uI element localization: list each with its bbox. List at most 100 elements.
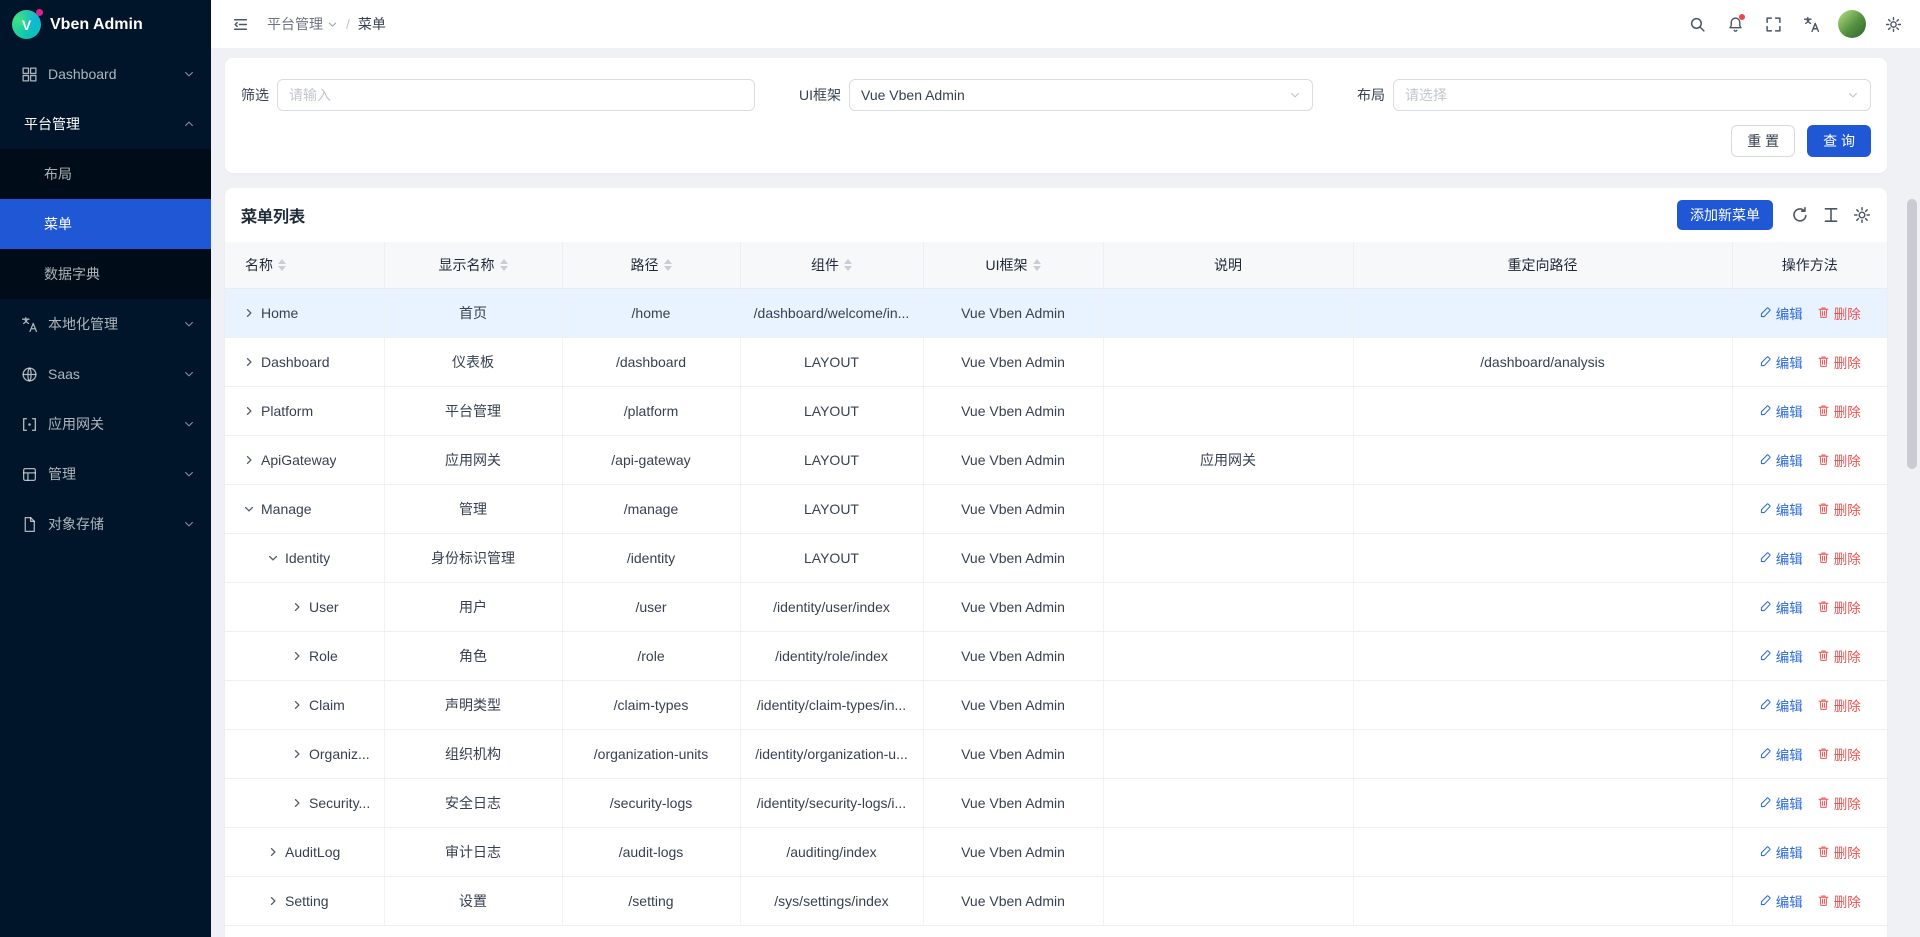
sidebar-item[interactable]: 平台管理 <box>0 99 211 149</box>
sidebar-item[interactable]: Dashboard <box>0 49 211 99</box>
expand-row-icon[interactable] <box>291 650 303 662</box>
sidebar-item[interactable]: 菜单 <box>0 199 211 249</box>
delete-button[interactable]: 删除 <box>1817 793 1861 813</box>
notification-icon[interactable] <box>1718 7 1752 41</box>
row-name: Manage <box>261 501 312 517</box>
delete-button[interactable]: 删除 <box>1817 744 1861 764</box>
sidebar-item[interactable]: 本地化管理 <box>0 299 211 349</box>
cell-ui-framework: Vue Vben Admin <box>923 435 1103 484</box>
row-name: Setting <box>285 893 329 909</box>
delete-button[interactable]: 删除 <box>1817 352 1861 372</box>
add-menu-button[interactable]: 添加新菜单 <box>1677 200 1773 230</box>
table-row[interactable]: Manage管理/manageLAYOUTVue Vben Admin编辑删除 <box>225 484 1887 533</box>
edit-button[interactable]: 编辑 <box>1759 401 1803 421</box>
delete-button[interactable]: 删除 <box>1817 891 1861 911</box>
expand-row-icon[interactable] <box>291 748 303 760</box>
column-header-display-name[interactable]: 显示名称 <box>384 242 562 288</box>
table-row[interactable]: Identity身份标识管理/identityLAYOUTVue Vben Ad… <box>225 533 1887 582</box>
row-height-icon[interactable] <box>1822 206 1840 224</box>
edit-button[interactable]: 编辑 <box>1759 744 1803 764</box>
scrollbar-thumb[interactable] <box>1907 199 1917 469</box>
reset-button[interactable]: 重 置 <box>1731 125 1795 157</box>
cell-display-name: 审计日志 <box>384 827 562 876</box>
table-row[interactable]: Claim声明类型/claim-types/identity/claim-typ… <box>225 680 1887 729</box>
edit-button[interactable]: 编辑 <box>1759 695 1803 715</box>
edit-button[interactable]: 编辑 <box>1759 597 1803 617</box>
delete-button[interactable]: 删除 <box>1817 303 1861 323</box>
edit-button[interactable]: 编辑 <box>1759 548 1803 568</box>
expand-row-icon[interactable] <box>243 307 255 319</box>
table-row[interactable]: Dashboard仪表板/dashboardLAYOUTVue Vben Adm… <box>225 337 1887 386</box>
expand-row-icon[interactable] <box>267 895 279 907</box>
settings-icon[interactable] <box>1876 7 1910 41</box>
chevron-down-icon <box>183 368 195 380</box>
table-row[interactable]: Home首页/home/dashboard/welcome/in...Vue V… <box>225 288 1887 337</box>
cell-component: /identity/security-logs/i... <box>740 778 923 827</box>
collapse-row-icon[interactable] <box>267 552 279 564</box>
delete-button[interactable]: 删除 <box>1817 695 1861 715</box>
expand-row-icon[interactable] <box>243 356 255 368</box>
edit-button[interactable]: 编辑 <box>1759 793 1803 813</box>
user-avatar[interactable] <box>1838 10 1866 38</box>
cell-ui-framework: Vue Vben Admin <box>923 582 1103 631</box>
expand-row-icon[interactable] <box>267 846 279 858</box>
expand-row-icon[interactable] <box>243 454 255 466</box>
edit-button[interactable]: 编辑 <box>1759 842 1803 862</box>
delete-button[interactable]: 删除 <box>1817 548 1861 568</box>
column-header-component[interactable]: 组件 <box>740 242 923 288</box>
edit-button[interactable]: 编辑 <box>1759 891 1803 911</box>
table-row[interactable]: ApiGateway应用网关/api-gatewayLAYOUTVue Vben… <box>225 435 1887 484</box>
fullscreen-icon[interactable] <box>1756 7 1790 41</box>
sidebar-fold-icon[interactable] <box>223 7 257 41</box>
column-header-ui-framework[interactable]: UI框架 <box>923 242 1103 288</box>
delete-button[interactable]: 删除 <box>1817 450 1861 470</box>
table-row[interactable]: Platform平台管理/platformLAYOUTVue Vben Admi… <box>225 386 1887 435</box>
sidebar-item[interactable]: 应用网关 <box>0 399 211 449</box>
translate-icon[interactable] <box>1794 7 1828 41</box>
table-row[interactable]: Organiz...组织机构/organization-units/identi… <box>225 729 1887 778</box>
table-row[interactable]: AuditLog审计日志/audit-logs/auditing/indexVu… <box>225 827 1887 876</box>
app-logo[interactable]: V Vben Admin <box>0 0 211 49</box>
expand-row-icon[interactable] <box>291 699 303 711</box>
layout-select[interactable]: 请选择 <box>1393 79 1871 111</box>
expand-row-icon[interactable] <box>291 601 303 613</box>
sidebar-item[interactable]: 数据字典 <box>0 249 211 299</box>
delete-button[interactable]: 删除 <box>1817 842 1861 862</box>
delete-button[interactable]: 删除 <box>1817 401 1861 421</box>
sidebar-item[interactable]: 布局 <box>0 149 211 199</box>
sidebar-item-label: 本地化管理 <box>48 314 183 334</box>
edit-button[interactable]: 编辑 <box>1759 352 1803 372</box>
refresh-icon[interactable] <box>1791 206 1809 224</box>
expand-row-icon[interactable] <box>243 405 255 417</box>
delete-button[interactable]: 删除 <box>1817 646 1861 666</box>
keyword-input[interactable] <box>277 79 755 111</box>
sidebar-item[interactable]: 管理 <box>0 449 211 499</box>
search-button[interactable]: 查 询 <box>1807 125 1871 157</box>
table-row[interactable]: Role角色/role/identity/role/indexVue Vben … <box>225 631 1887 680</box>
column-header-name[interactable]: 名称 <box>225 242 384 288</box>
column-header-path[interactable]: 路径 <box>562 242 740 288</box>
breadcrumb-item-parent[interactable]: 平台管理 <box>267 14 338 34</box>
edit-label: 编辑 <box>1776 891 1803 911</box>
delete-button[interactable]: 删除 <box>1817 597 1861 617</box>
sidebar-item[interactable]: Saas <box>0 349 211 399</box>
cell-display-name: 身份标识管理 <box>384 533 562 582</box>
table-row[interactable]: User用户/user/identity/user/indexVue Vben … <box>225 582 1887 631</box>
collapse-row-icon[interactable] <box>243 503 255 515</box>
page-scrollbar[interactable] <box>1907 49 1917 929</box>
edit-button[interactable]: 编辑 <box>1759 646 1803 666</box>
column-settings-icon[interactable] <box>1853 206 1871 224</box>
edit-button[interactable]: 编辑 <box>1759 303 1803 323</box>
cell-ui-framework: Vue Vben Admin <box>923 484 1103 533</box>
search-icon[interactable] <box>1680 7 1714 41</box>
ui-framework-select[interactable]: Vue Vben Admin <box>849 79 1313 111</box>
edit-button[interactable]: 编辑 <box>1759 499 1803 519</box>
sidebar-item[interactable]: 对象存储 <box>0 499 211 549</box>
column-label: 操作方法 <box>1782 255 1838 275</box>
sidebar-item-label: Dashboard <box>48 66 183 82</box>
edit-button[interactable]: 编辑 <box>1759 450 1803 470</box>
table-row[interactable]: Setting设置/setting/sys/settings/indexVue … <box>225 876 1887 925</box>
delete-button[interactable]: 删除 <box>1817 499 1861 519</box>
expand-row-icon[interactable] <box>291 797 303 809</box>
table-row[interactable]: Security...安全日志/security-logs/identity/s… <box>225 778 1887 827</box>
